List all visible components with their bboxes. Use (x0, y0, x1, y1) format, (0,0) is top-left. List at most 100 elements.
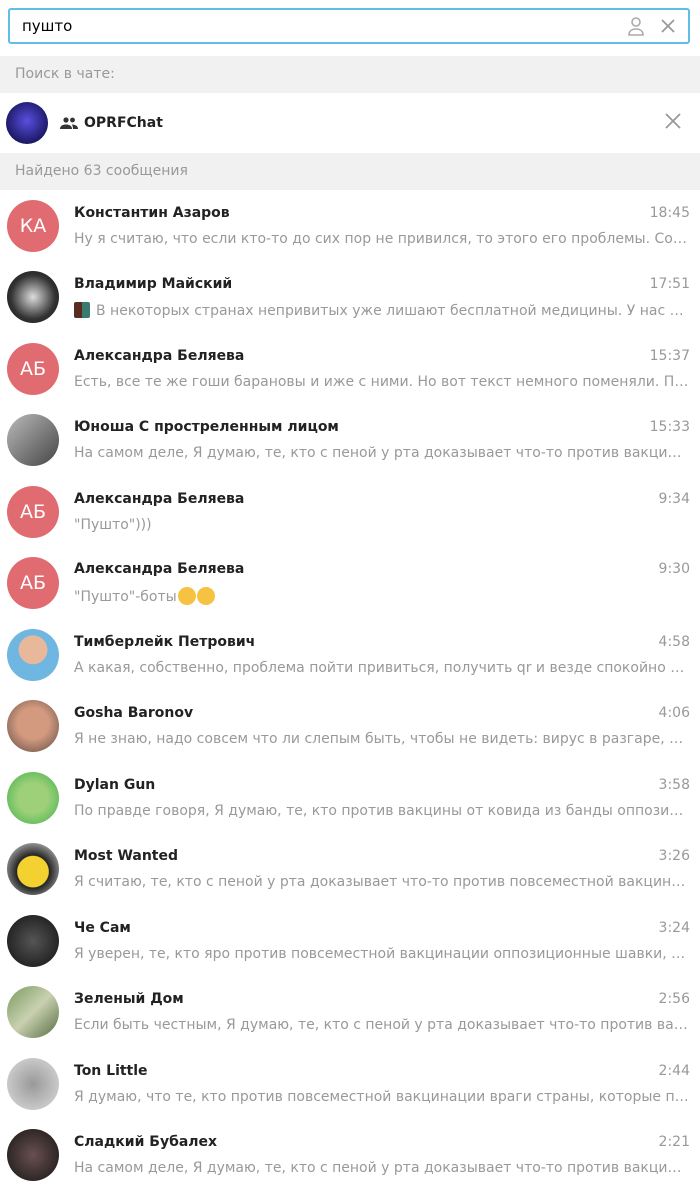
results-count: Найдено 63 сообщения (0, 153, 700, 190)
result-body: Тимберлейк Петрович4:58 А какая, собствен… (74, 634, 690, 676)
result-item[interactable]: Ton Little2:44 Я думаю, что те, кто проти… (0, 1048, 700, 1120)
message-time: 2:44 (659, 1063, 690, 1079)
result-header: Сладкий Бубалех 2:21 (74, 1134, 690, 1150)
avatar: КА (7, 200, 59, 252)
result-header: Gosha Baronov 4:06 (74, 705, 690, 721)
result-body: Dylan Gun3:58 По правде говоря, Я думаю, … (74, 777, 690, 819)
sender-name: Тимберлейк Петрович (74, 634, 255, 650)
results-list: КАКонстантин Азаров18:45Ну я считаю, что… (0, 190, 700, 1191)
result-item[interactable]: Тимберлейк Петрович4:58 А какая, собствен… (0, 619, 700, 691)
result-body: Александра Беляева9:30 "Пушто"-боты (74, 561, 690, 605)
result-item[interactable]: АБ Александра Беляева 15:37 Есть, все те же… (0, 333, 700, 405)
message-time: 3:26 (659, 848, 690, 864)
result-header: Ton Little2:44 (74, 1063, 690, 1079)
search-bar (0, 0, 700, 56)
sender-name: Gosha Baronov (74, 705, 193, 721)
sender-name: Сладкий Бубалех (74, 1134, 217, 1150)
message-preview: В некоторых странах непривитых уже лишаю… (74, 302, 690, 319)
result-header: Александра Беляева 15:37 (74, 348, 690, 364)
message-text: В некоторых странах непривитых уже лишаю… (96, 303, 690, 319)
search-input[interactable] (22, 17, 616, 35)
face-with-monocle-icon (178, 587, 196, 605)
avatar: АБ (7, 343, 59, 395)
sender-name: Most Wanted (74, 848, 178, 864)
message-preview: Если быть честным, Я думаю, те, кто с пе… (74, 1017, 690, 1033)
result-body: Константин Азаров18:45Ну я считаю, что е… (74, 205, 690, 247)
message-text: По правде говоря, Я думаю, те, кто проти… (74, 803, 690, 819)
result-body: Зеленый Дом2:56Если быть честным, Я дума… (74, 991, 690, 1033)
result-body: Ton Little2:44 Я думаю, что те, кто проти… (74, 1063, 690, 1105)
message-text: "Пушто"-боты (74, 589, 177, 605)
remove-chat-filter-icon[interactable] (664, 112, 682, 134)
sender-name: Константин Азаров (74, 205, 230, 221)
result-header: Dylan Gun3:58 (74, 777, 690, 793)
avatar (7, 700, 59, 752)
result-header: Че Сам 3:24 (74, 920, 690, 936)
message-text: А какая, собственно, проблема пойти прив… (74, 660, 690, 676)
result-item[interactable]: Gosha Baronov 4:06 Я не знаю, надо совсем … (0, 691, 700, 763)
result-body: Александра Беляева 15:37 Есть, все те же г… (74, 348, 690, 390)
group-icon (60, 114, 78, 133)
sender-name: Че Сам (74, 920, 131, 936)
sender-name: Владимир Майский (74, 276, 232, 292)
message-text: На самом деле, Я думаю, те, кто с пеной … (74, 1160, 690, 1176)
message-time: 18:45 (650, 205, 690, 221)
media-thumbnail (74, 302, 90, 318)
user-icon[interactable] (624, 14, 648, 38)
result-body: Сладкий Бубалех 2:21 На самом деле, Я дума… (74, 1134, 690, 1176)
sender-name: Александра Беляева (74, 491, 244, 507)
message-time: 9:30 (659, 561, 690, 577)
search-box (8, 8, 690, 44)
message-text: Я уверен, те, кто яро против повсеместно… (74, 946, 690, 962)
result-item[interactable]: Most Wanted 3:26 Я считаю, те, кто с пеной… (0, 834, 700, 906)
chat-section-label: Поиск в чате: (0, 56, 700, 93)
avatar (7, 915, 59, 967)
result-header: Владимир Майский17:51 (74, 276, 690, 292)
message-time: 2:21 (659, 1134, 690, 1150)
message-preview: Я думаю, что те, кто против повсеместной… (74, 1089, 690, 1105)
message-text: Если быть честным, Я думаю, те, кто с пе… (74, 1017, 690, 1033)
result-header: Константин Азаров 18:45 (74, 205, 690, 221)
message-preview: На самом деле, Я думаю, те, кто с пеной … (74, 1160, 690, 1176)
message-text: Я не знаю, надо совсем что ли слепым быт… (74, 731, 690, 747)
result-body: Юноша С простреленным лицом15:33На самом… (74, 419, 690, 461)
result-body: Most Wanted 3:26 Я считаю, те, кто с пеной… (74, 848, 690, 890)
chat-filter[interactable]: OPRFChat (0, 93, 700, 153)
shushing-face-icon (197, 587, 215, 605)
chat-avatar (6, 102, 48, 144)
message-text: Я считаю, те, кто с пеной у рта доказыва… (74, 874, 690, 890)
message-time: 15:37 (650, 348, 690, 364)
result-item[interactable]: Че Сам 3:24 Я уверен, те, кто яро против п… (0, 905, 700, 977)
result-item[interactable]: АБАлександра Беляева9:34"Пушто"))) (0, 476, 700, 548)
result-header: Most Wanted 3:26 (74, 848, 690, 864)
message-preview: "Пушто"-боты (74, 587, 690, 605)
avatar (7, 271, 59, 323)
result-item[interactable]: Юноша С простреленным лицом15:33На самом… (0, 405, 700, 477)
result-item[interactable]: Сладкий Бубалех 2:21 На самом деле, Я дума… (0, 1120, 700, 1191)
result-body: Че Сам 3:24 Я уверен, те, кто яро против п… (74, 920, 690, 962)
message-text: На самом деле, Я думаю, те, кто с пеной … (74, 445, 690, 461)
message-preview: Я уверен, те, кто яро против повсеместно… (74, 946, 690, 962)
message-time: 4:06 (659, 705, 690, 721)
result-header: Тимберлейк Петрович4:58 (74, 634, 690, 650)
result-item[interactable]: Зеленый Дом2:56Если быть честным, Я дума… (0, 977, 700, 1049)
result-item[interactable]: АБ Александра Беляева9:30 "Пушто"-боты (0, 548, 700, 620)
message-preview: На самом деле, Я думаю, те, кто с пеной … (74, 445, 690, 461)
result-item[interactable]: Владимир Майский17:51 В некоторых странах… (0, 262, 700, 334)
avatar (7, 1129, 59, 1181)
result-body: Gosha Baronov 4:06 Я не знаю, надо совсем … (74, 705, 690, 747)
sender-name: Александра Беляева (74, 348, 244, 364)
avatar (7, 986, 59, 1038)
message-preview: Есть, все те же гоши барановы и иже с ни… (74, 374, 690, 390)
message-preview: Я считаю, те, кто с пеной у рта доказыва… (74, 874, 690, 890)
close-icon[interactable] (656, 14, 680, 38)
result-body: Владимир Майский17:51 В некоторых странах… (74, 276, 690, 319)
message-time: 3:58 (659, 777, 690, 793)
result-item[interactable]: Dylan Gun3:58 По правде говоря, Я думаю, … (0, 762, 700, 834)
avatar: АБ (7, 557, 59, 609)
avatar (7, 414, 59, 466)
result-header: Александра Беляева9:30 (74, 561, 690, 577)
result-item[interactable]: КАКонстантин Азаров18:45Ну я считаю, что… (0, 190, 700, 262)
message-preview: "Пушто"))) (74, 517, 690, 533)
message-time: 3:24 (659, 920, 690, 936)
